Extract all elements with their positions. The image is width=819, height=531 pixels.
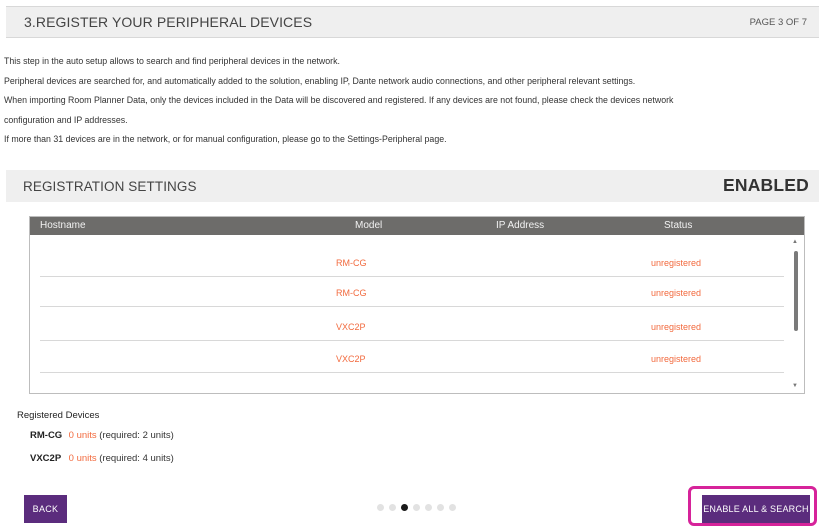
intro-line: When importing Room Planner Data, only t… bbox=[4, 95, 674, 105]
cell-model: VXC2P bbox=[336, 354, 366, 364]
table-row[interactable]: VXC2P unregistered bbox=[40, 343, 784, 373]
intro-line: configuration and IP addresses. bbox=[4, 114, 128, 125]
table-row[interactable]: RM-CG unregistered bbox=[40, 277, 784, 307]
device-required: (required: 4 units) bbox=[99, 453, 174, 464]
page-dot[interactable] bbox=[425, 504, 432, 511]
cell-model: RM-CG bbox=[336, 288, 367, 298]
back-button[interactable]: BACK bbox=[24, 495, 67, 523]
page-indicator: PAGE 3 OF 7 bbox=[749, 17, 807, 28]
page-dot-active[interactable] bbox=[401, 504, 408, 511]
page-header: 3.REGISTER YOUR PERIPHERAL DEVICES PAGE … bbox=[6, 6, 819, 38]
intro-line: If more than 31 devices are in the netwo… bbox=[4, 134, 447, 144]
table-row[interactable]: VXC2P unregistered bbox=[40, 311, 784, 341]
page-dot[interactable] bbox=[449, 504, 456, 511]
scrollbar-thumb[interactable] bbox=[794, 251, 798, 331]
enable-all-and-search-button[interactable]: ENABLE ALL & SEARCH bbox=[702, 495, 810, 523]
column-header-model[interactable]: Model bbox=[355, 220, 382, 231]
intro-line: This step in the auto setup allows to se… bbox=[4, 56, 340, 66]
table-scrollbar[interactable]: ▲ ▼ bbox=[791, 239, 801, 389]
devices-table: Hostname Model IP Address Status RM-CG u… bbox=[29, 216, 805, 394]
column-header-status[interactable]: Status bbox=[664, 220, 692, 231]
page-dot[interactable] bbox=[377, 504, 384, 511]
device-name: VXC2P bbox=[30, 453, 62, 464]
device-name: RM-CG bbox=[30, 430, 63, 441]
registered-devices-heading: Registered Devices bbox=[17, 410, 100, 421]
cell-status: unregistered bbox=[651, 322, 702, 332]
table-row[interactable]: RM-CG unregistered bbox=[40, 247, 784, 277]
table-header: Hostname Model IP Address Status bbox=[30, 217, 804, 235]
intro-line: Peripheral devices are searched for, and… bbox=[4, 75, 636, 86]
registration-status: ENABLED bbox=[723, 175, 809, 195]
registered-device-item: VXC2P 0 units (required: 4 units) bbox=[30, 453, 174, 464]
page-dot[interactable] bbox=[389, 504, 396, 511]
device-required: (required: 2 units) bbox=[99, 430, 174, 441]
cell-status: unregistered bbox=[651, 354, 702, 364]
device-units: 0 units bbox=[68, 430, 97, 441]
scroll-up-arrow-icon[interactable]: ▲ bbox=[792, 239, 798, 245]
cell-model: VXC2P bbox=[336, 322, 366, 332]
column-header-ip-address[interactable]: IP Address bbox=[496, 220, 544, 231]
cell-status: unregistered bbox=[651, 288, 702, 298]
registered-device-item: RM-CG 0 units (required: 2 units) bbox=[30, 430, 174, 441]
page-dot[interactable] bbox=[413, 504, 420, 511]
column-header-hostname[interactable]: Hostname bbox=[40, 220, 86, 231]
page-dot[interactable] bbox=[437, 504, 444, 511]
intro-text: This step in the auto setup allows to se… bbox=[4, 52, 819, 150]
registered-devices-section: Registered Devices bbox=[17, 410, 99, 421]
cell-model: RM-CG bbox=[336, 258, 367, 268]
page-title: 3.REGISTER YOUR PERIPHERAL DEVICES bbox=[24, 14, 313, 30]
scroll-down-arrow-icon[interactable]: ▼ bbox=[792, 383, 798, 389]
registration-settings-header: REGISTRATION SETTINGS ENABLED bbox=[6, 170, 819, 202]
cell-status: unregistered bbox=[651, 258, 702, 268]
registration-settings-title: REGISTRATION SETTINGS bbox=[23, 179, 197, 194]
device-units: 0 units bbox=[68, 453, 97, 464]
